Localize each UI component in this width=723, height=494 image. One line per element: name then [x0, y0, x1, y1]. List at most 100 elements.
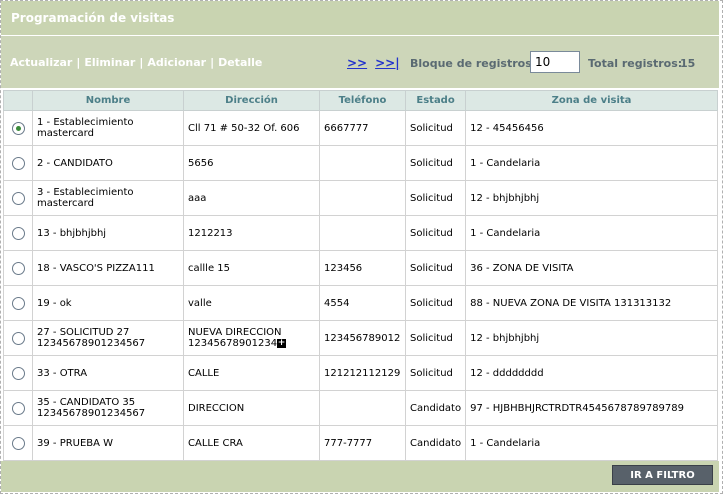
cell-nombre-text: 39 - PRUEBA W	[37, 437, 114, 449]
cell-zona-text: 36 - ZONA DE VISITA	[470, 262, 574, 274]
select-column-header	[3, 90, 33, 111]
cell-estado: Solicitud	[404, 355, 467, 391]
table-row[interactable]: 3 - Establecimiento mastercard aaa Solicit…	[3, 180, 718, 216]
cell-nombre: 2 - CANDIDATO	[32, 145, 184, 181]
cell-nombre-text: 33 - OTRA	[37, 367, 88, 379]
last-page-link[interactable]: >>|	[375, 56, 400, 70]
row-select-cell	[3, 425, 33, 461]
row-select-cell	[3, 110, 33, 146]
cell-direccion: CALLE	[183, 355, 320, 391]
cell-telefono-text: 6667777	[324, 122, 369, 134]
cell-direccion-text: CALLE CRA	[188, 437, 243, 449]
row-radio-button[interactable]	[11, 401, 25, 415]
delete-link[interactable]: Eliminar	[84, 56, 135, 69]
cell-nombre-text: 19 - ok	[37, 297, 72, 309]
row-radio-button[interactable]	[11, 366, 25, 380]
separator: |	[139, 56, 144, 69]
cell-direccion-text: CALLE	[188, 367, 220, 379]
cell-telefono-text: 121212112129	[324, 367, 401, 379]
cell-telefono: 6667777	[319, 110, 406, 146]
cell-zona: 36 - ZONA DE VISITA	[465, 250, 718, 286]
cell-telefono	[319, 215, 406, 251]
table-row[interactable]: 33 - OTRA CALLE 121212112129 Solicitud 12 - …	[3, 355, 718, 391]
column-header-telefono: Teléfono	[319, 90, 406, 111]
cell-estado-text: Solicitud	[410, 367, 453, 379]
cell-nombre-text: 18 - VASCO'S PIZZA111	[37, 262, 155, 274]
visits-table: Nombre Dirección Teléfono Estado Zona de…	[3, 90, 718, 461]
column-header-estado: Estado	[404, 90, 467, 111]
cell-telefono	[319, 390, 406, 426]
column-header-nombre: Nombre	[32, 90, 184, 111]
table-row[interactable]: 35 - CANDIDATO 35 12345678901234567 DIREC…	[3, 390, 718, 426]
cell-zona-text: 12 - bhjbhjbhj	[470, 332, 540, 344]
cell-nombre-text: 1 - Establecimiento mastercard	[37, 117, 134, 139]
block-size-input[interactable]	[530, 51, 580, 73]
cell-zona: 1 - Candelaria	[465, 145, 718, 181]
cell-zona: 12 - bhjbhjbhj	[465, 320, 718, 356]
separator: |	[210, 56, 215, 69]
row-radio-button[interactable]	[11, 121, 25, 135]
row-radio-button[interactable]	[11, 436, 25, 450]
page-title: Programación de visitas	[1, 1, 719, 35]
cell-estado-text: Solicitud	[410, 332, 453, 344]
cell-estado: Candidato	[404, 425, 467, 461]
cell-estado-text: Solicitud	[410, 157, 453, 169]
go-to-filter-button[interactable]: IR A FILTRO	[612, 465, 713, 485]
cell-nombre: 13 - bhjbhjbhj	[32, 215, 184, 251]
cell-zona: 12 - bhjbhjbhj	[465, 180, 718, 216]
next-page-link[interactable]: >>	[347, 56, 367, 70]
cell-estado-text: Solicitud	[410, 297, 453, 309]
table-row[interactable]: 19 - ok valle 4554 Solicitud 88 - NUEVA ZONA…	[3, 285, 718, 321]
expand-plus-icon[interactable]: +	[277, 338, 287, 348]
cell-direccion: 5656	[183, 145, 320, 181]
cell-direccion-text: callle 15	[188, 262, 231, 274]
cell-direccion: valle	[183, 285, 320, 321]
cell-direccion: CALLE CRA	[183, 425, 320, 461]
cell-nombre: 1 - Establecimiento mastercard	[32, 110, 184, 146]
cell-zona-text: 97 - HJBHBHJRCTRDTR4545678789789789	[470, 402, 685, 414]
cell-direccion: callle 15	[183, 250, 320, 286]
refresh-link[interactable]: Actualizar	[10, 56, 72, 69]
add-link[interactable]: Adicionar	[147, 56, 206, 69]
row-radio-button[interactable]	[11, 331, 25, 345]
cell-nombre-text: 2 - CANDIDATO	[37, 157, 113, 169]
table-row[interactable]: 2 - CANDIDATO 5656 Solicitud 1 - Candelaria	[3, 145, 718, 181]
cell-estado: Solicitud	[404, 250, 467, 286]
cell-estado-text: Candidato	[410, 437, 462, 449]
table-row[interactable]: 13 - bhjbhjbhj 1212213 Solicitud 1 - Candel…	[3, 215, 718, 251]
cell-estado-text: Solicitud	[410, 192, 453, 204]
detail-link[interactable]: Detalle	[218, 56, 262, 69]
row-radio-button[interactable]	[11, 296, 25, 310]
cell-zona-text: 12 - bhjbhjbhj	[470, 192, 540, 204]
row-radio-button[interactable]	[11, 156, 25, 170]
table-row[interactable]: 27 - SOLICITUD 27 12345678901234567 NUEVA…	[3, 320, 718, 356]
cell-estado-text: Solicitud	[410, 227, 453, 239]
table-row[interactable]: 18 - VASCO'S PIZZA111 callle 15 123456 Soli…	[3, 250, 718, 286]
cell-nombre: 19 - ok	[32, 285, 184, 321]
cell-direccion-text: aaa	[188, 192, 207, 204]
cell-zona: 1 - Candelaria	[465, 425, 718, 461]
cell-zona: 1 - Candelaria	[465, 215, 718, 251]
action-links: Actualizar | Eliminar | Adicionar | Detalle	[10, 56, 262, 69]
row-select-cell	[3, 180, 33, 216]
cell-zona-text: 1 - Candelaria	[470, 157, 541, 169]
cell-nombre-text: 3 - Establecimiento mastercard	[37, 187, 134, 209]
cell-telefono	[319, 180, 406, 216]
cell-telefono: 4554	[319, 285, 406, 321]
cell-direccion-text: valle	[188, 297, 212, 309]
cell-nombre: 35 - CANDIDATO 35 12345678901234567	[32, 390, 184, 426]
cell-nombre: 33 - OTRA	[32, 355, 184, 391]
cell-zona-text: 12 - dddddddd	[470, 367, 544, 379]
table-row[interactable]: 39 - PRUEBA W CALLE CRA 777-7777 Candidato 1…	[3, 425, 718, 461]
row-radio-button[interactable]	[11, 226, 25, 240]
row-radio-button[interactable]	[11, 191, 25, 205]
row-radio-button[interactable]	[11, 261, 25, 275]
table-row[interactable]: 1 - Establecimiento mastercard Cll 71 # 5…	[3, 110, 718, 146]
cell-zona-text: 1 - Candelaria	[470, 227, 541, 239]
cell-nombre-text: 27 - SOLICITUD 27 12345678901234567	[37, 327, 146, 349]
cell-telefono-text: 4554	[324, 297, 350, 309]
cell-telefono-text: 123456789012	[324, 332, 401, 344]
row-select-cell	[3, 355, 33, 391]
row-select-cell	[3, 320, 33, 356]
pager: >> >>|	[347, 56, 408, 70]
